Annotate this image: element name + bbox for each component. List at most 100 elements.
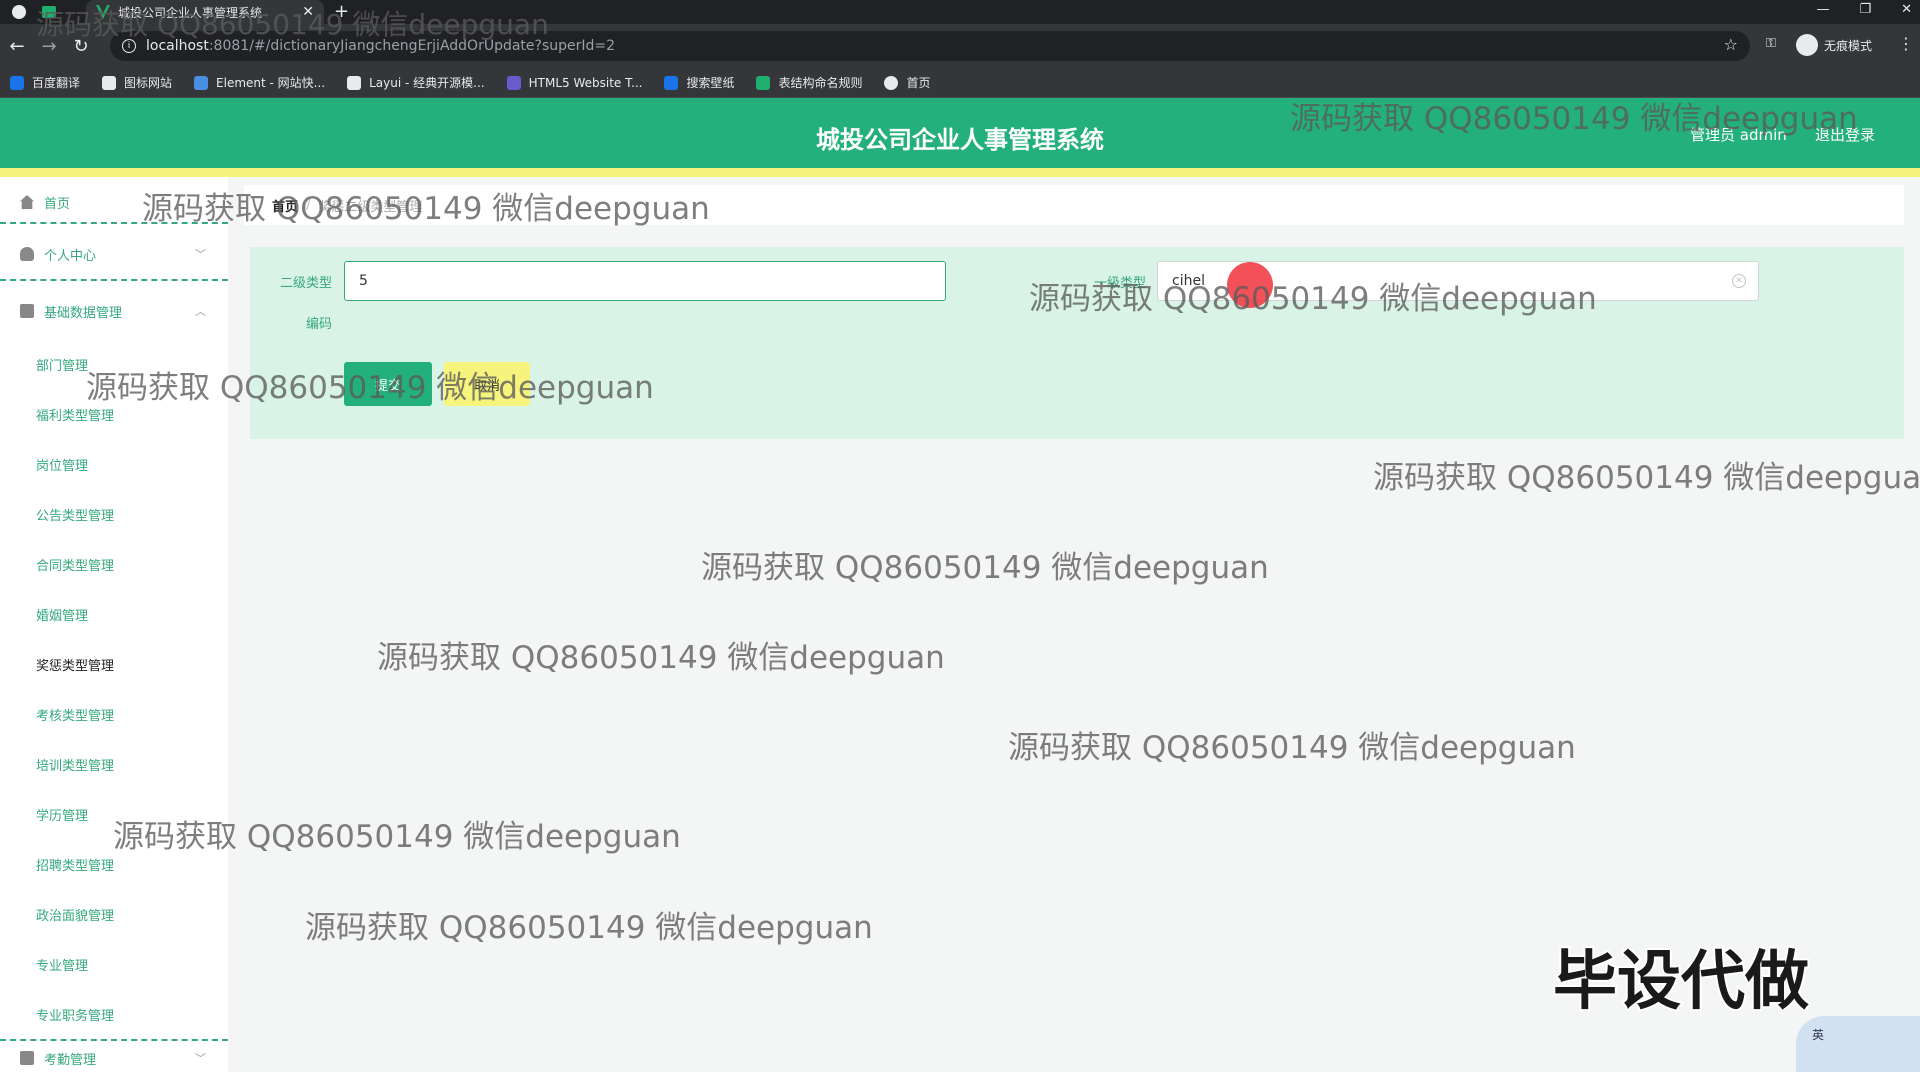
sidebar-item-label: 基础数据管理 [44, 305, 123, 321]
breadcrumb-current: 奖惩二级类型管理 [318, 199, 423, 215]
bookmark-item[interactable]: Layui - 经典开源模... [347, 74, 485, 91]
primary-type-label: 一级类型 [1093, 276, 1146, 291]
sidebar-subitem[interactable]: 合同类型管理 [36, 555, 114, 574]
sidebar-item-label: 个人中心 [44, 248, 97, 264]
password-key-icon[interactable]: ⚿ [1766, 36, 1776, 51]
secondary-type-input[interactable]: 5 [344, 261, 946, 301]
browser-profile-icon[interactable] [8, 1, 30, 23]
sidebar-subitem[interactable]: 考核类型管理 [36, 705, 114, 724]
bookmark-item[interactable]: 首页 [884, 74, 931, 91]
header-accent-strip [0, 168, 1920, 177]
breadcrumb-separator: / [306, 197, 311, 213]
logout-link[interactable]: 退出登录 [1815, 124, 1875, 145]
app-title: 城投公司企业人事管理系统 [816, 126, 1104, 154]
new-tab-icon[interactable]: + [334, 0, 349, 24]
tab-close-icon[interactable]: ✕ [302, 4, 314, 20]
element-logo-icon [194, 75, 209, 90]
bookmark-item[interactable]: 表结构命名规则 [756, 74, 862, 91]
cancel-button[interactable]: 取消 [444, 362, 530, 406]
reload-icon[interactable]: ↻ [66, 36, 96, 57]
bookmark-item[interactable]: 百度翻译 [10, 74, 80, 91]
sidebar-subitem[interactable]: 岗位管理 [36, 455, 88, 474]
watermark: 源码获取 QQ86050149 微信deepguan [377, 640, 945, 676]
ime-indicator[interactable]: 英 [1796, 1016, 1920, 1072]
sidebar-subitem-active[interactable]: 奖惩类型管理 [36, 655, 114, 674]
url-input[interactable]: i localhost:8081/#/dictionaryJiangchengE… [110, 31, 1750, 61]
vue-favicon-icon [96, 5, 110, 19]
clear-icon[interactable]: ✕ [1732, 274, 1746, 288]
window-controls: — ❐ ✕ [1816, 0, 1912, 20]
user-icon [20, 247, 34, 261]
address-toolbar: ← → ↻ i localhost:8081/#/dictionaryJiang… [0, 24, 1920, 68]
sidebar-subitem[interactable]: 专业管理 [36, 955, 88, 974]
bookmark-item[interactable]: 图标网站 [102, 74, 172, 91]
calendar-icon [20, 1051, 34, 1065]
html5-icon [506, 75, 521, 90]
bookmark-item[interactable]: 搜索壁纸 [664, 74, 734, 91]
watermark: 源码获取 QQ86050149 微信deepguan [1373, 460, 1920, 496]
tab-title: 城投公司企业人事管理系统 [118, 5, 263, 20]
sidebar-subitem[interactable]: 学历管理 [36, 805, 88, 824]
primary-type-value: cihel [1172, 273, 1205, 289]
url-text: localhost:8081/#/dictionaryJiangchengErj… [146, 38, 616, 54]
secondary-type-label: 二级类型 [279, 276, 332, 291]
bookmark-item[interactable]: HTML5 Website T... [506, 75, 642, 90]
mouse-cursor-highlight [1227, 262, 1273, 308]
sidebar-subitem[interactable]: 政治面貌管理 [36, 905, 114, 924]
incognito-indicator[interactable]: 无痕模式 [1796, 34, 1872, 56]
bookmark-star-icon[interactable]: ☆ [1724, 35, 1738, 54]
incognito-icon [1796, 34, 1818, 56]
flag-icon [102, 75, 117, 90]
forward-icon[interactable]: → [34, 36, 64, 57]
sidebar-subitem[interactable]: 招聘类型管理 [36, 855, 114, 874]
watermark: 源码获取 QQ86050149 微信deepguan [1008, 730, 1576, 766]
sidebar-item-personal[interactable]: 个人中心 ﹀ [0, 229, 228, 279]
breadcrumb: 首页 / 奖惩二级类型管理 [244, 185, 1904, 225]
chevron-down-icon: ﹀ [195, 1052, 206, 1065]
ime-label: 英 [1812, 1028, 1825, 1042]
translate-icon [10, 75, 24, 90]
bookmark-item[interactable]: Element - 网站快... [194, 74, 325, 91]
big-watermark: 毕设代做 [1551, 943, 1811, 1021]
globe-icon [884, 75, 899, 90]
chevron-down-icon: ﹀ [195, 248, 206, 261]
home-icon [20, 195, 34, 209]
chevron-up-icon: ︿ [195, 305, 206, 318]
sidebar: 首页 个人中心 ﹀ 基础数据管理 ︿ 部门管理 福利类型管理 岗位管理 公告类型… [0, 177, 228, 1072]
window-close-icon[interactable]: ✕ [1901, 0, 1912, 20]
code-label: 编码 [305, 317, 332, 332]
sidebar-item-label: 首页 [44, 196, 71, 212]
submit-button[interactable]: 提交 [344, 362, 432, 406]
browser-menu-icon[interactable]: ⋮ [1898, 34, 1914, 53]
site-info-icon[interactable]: i [122, 39, 136, 53]
browser-tab-active[interactable]: 城投公司企业人事管理系统 ✕ [86, 0, 324, 24]
sidebar-item-label: 考勤管理 [44, 1052, 97, 1068]
sidebar-subitem[interactable]: 部门管理 [36, 355, 88, 374]
table-icon [756, 75, 771, 90]
sidebar-divider [0, 279, 228, 281]
layui-logo-icon [347, 75, 362, 90]
sidebar-subitem[interactable]: 专业职务管理 [36, 1005, 114, 1024]
sidebar-divider [0, 222, 228, 224]
incognito-label: 无痕模式 [1824, 38, 1873, 53]
wallpaper-icon [664, 75, 679, 90]
sidebar-item-basic-data[interactable]: 基础数据管理 ︿ [0, 286, 228, 336]
sidebar-subitem[interactable]: 公告类型管理 [36, 505, 114, 524]
sidebar-divider [0, 1039, 228, 1041]
minimize-icon[interactable]: — [1816, 0, 1829, 20]
bookmarks-bar: 百度翻译 图标网站 Element - 网站快... Layui - 经典开源模… [0, 68, 1920, 98]
sidebar-subitem[interactable]: 培训类型管理 [36, 755, 114, 774]
watermark: 源码获取 QQ86050149 微信deepguan [305, 910, 873, 946]
breadcrumb-home[interactable]: 首页 [272, 196, 298, 215]
watermark: 源码获取 QQ86050149 微信deepguan [701, 550, 1269, 586]
admin-label: 管理员 admin [1690, 126, 1787, 144]
data-icon [20, 304, 34, 318]
sidebar-item-home[interactable]: 首页 [0, 177, 228, 227]
app-header: 城投公司企业人事管理系统 管理员 admin 退出登录 [0, 98, 1920, 168]
tab-group-icon[interactable] [38, 1, 60, 23]
sidebar-subitem[interactable]: 婚姻管理 [36, 605, 88, 624]
restore-icon[interactable]: ❐ [1859, 0, 1871, 20]
back-icon[interactable]: ← [2, 36, 32, 57]
sidebar-subitem[interactable]: 福利类型管理 [36, 405, 114, 424]
sidebar-item-attendance[interactable]: 考勤管理 ﹀ [0, 1043, 228, 1072]
